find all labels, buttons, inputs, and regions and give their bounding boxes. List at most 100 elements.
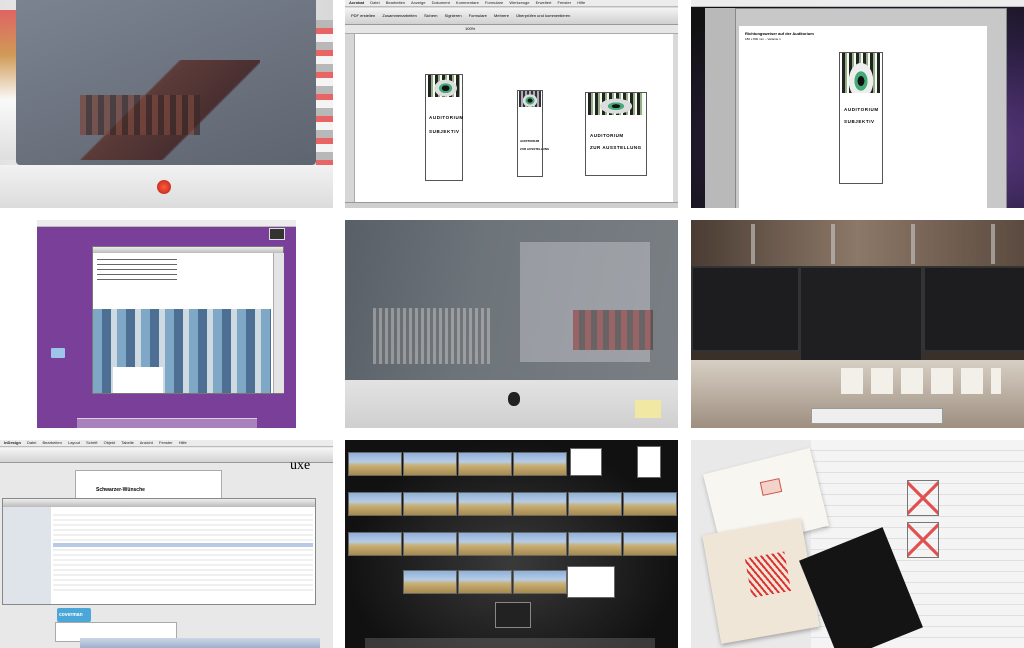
large-panel-line-1: AUDITORIUM [844, 107, 879, 112]
pdf-subheading: 186 x 800 mm – Variante 1 [745, 37, 781, 41]
screenshot-purple-desktop [37, 220, 296, 428]
menu-datei[interactable]: Datei [27, 440, 36, 445]
window-thumbnail[interactable] [458, 452, 512, 476]
sign-panel-1: AUDITORIUM SUBJEKTIV [425, 74, 463, 181]
acrobat-sidebar [345, 34, 355, 202]
finder-window [92, 246, 284, 394]
finder-right-column [273, 253, 284, 393]
menu-fenster[interactable]: Fenster [159, 440, 173, 445]
window-thumbnail[interactable] [458, 532, 512, 556]
photo-imac-closeup [0, 0, 333, 208]
finder-text-lines [97, 257, 177, 283]
panel-1-line-2: SUBJEKTIV [429, 129, 460, 134]
window-thumbnail[interactable] [348, 532, 402, 556]
toolbar-signieren[interactable]: Signieren [445, 13, 462, 18]
large-text-fragment: uxe [290, 458, 311, 473]
finder-titlebar [93, 247, 283, 253]
eye-mosaic-large [842, 53, 880, 93]
menu-objekt[interactable]: Objekt [104, 440, 116, 445]
menu-bearbeiten[interactable]: Bearbeiten [386, 0, 405, 5]
apple-logo [157, 180, 171, 194]
screenshot-acrobat: Acrobat Datei Bearbeiten Anzeige Dokumen… [345, 0, 678, 208]
screenshot-expose-thumbnails [345, 440, 678, 648]
menu-acrobat[interactable]: Acrobat [349, 0, 364, 5]
sign-panel-large: AUDITORIUM SUBJEKTIV [839, 52, 883, 184]
window-thumbnail[interactable] [623, 532, 677, 556]
acrobat-menubar: Acrobat Datei Bearbeiten Anzeige Dokumen… [345, 0, 678, 7]
toolbar-pdf-erstellen[interactable]: PDF erstellen [351, 13, 375, 18]
red-cross-box-1 [907, 480, 939, 516]
menu-anzeige[interactable]: Anzeige [411, 0, 425, 5]
window-thumbnail[interactable] [403, 492, 457, 516]
paper-sketch [702, 518, 820, 644]
desk-lamps [711, 224, 1011, 264]
eye-mosaic-3 [588, 93, 644, 115]
menu-werkzeuge[interactable]: Werkzeuge [509, 0, 529, 5]
window-thumbnail[interactable] [513, 532, 567, 556]
menu-bearbeiten[interactable]: Bearbeiten [42, 440, 61, 445]
menu-ansicht[interactable]: Ansicht [140, 440, 153, 445]
window-thumbnail[interactable] [568, 532, 622, 556]
menu-hilfe[interactable]: Hilfe [577, 0, 585, 5]
acrobat-scrollbar[interactable] [345, 202, 678, 208]
window-thumbnail[interactable] [348, 492, 402, 516]
window-thumbnail[interactable] [513, 492, 567, 516]
panel-1-line-1: AUDITORIUM [429, 115, 464, 120]
menu-dokument[interactable]: Dokument [432, 0, 450, 5]
mail-window [2, 498, 316, 605]
window-thumbnail-eye[interactable] [570, 448, 602, 476]
toolbar-mehrere[interactable]: Mehrere [494, 13, 509, 18]
dock [365, 638, 655, 648]
document-title: Schwarzer-Wünsche [96, 487, 145, 493]
radiator-reflection [373, 308, 493, 364]
menu-kommentare[interactable]: Kommentare [456, 0, 479, 5]
menu-datei[interactable]: Datei [370, 0, 379, 5]
acrobat-toolbar: PDF erstellen Zusammenarbeiten Sichern S… [345, 8, 678, 25]
folder-icon[interactable] [51, 348, 65, 358]
panel-2-line-1: AUDITORIUM [520, 139, 540, 143]
mail-selected-row[interactable] [53, 543, 313, 547]
apple-logo [508, 392, 520, 406]
toolbar-formulare[interactable]: Formulare [469, 13, 487, 18]
window-thumbnail[interactable] [458, 492, 512, 516]
menu-fenster[interactable]: Fenster [558, 0, 572, 5]
monitor-center [799, 266, 923, 362]
zoom-level[interactable]: 100% [465, 26, 475, 31]
sign-panel-3: AUDITORIUM ZUR AUSSTELLUNG [585, 92, 647, 176]
menu-erweitert[interactable]: Erweitert [536, 0, 552, 5]
coverman-badge: coverman [57, 608, 91, 622]
menu-hilfe[interactable]: Hilfe [179, 440, 187, 445]
eye-mosaic-1 [428, 75, 460, 97]
toolbar-zusammenarbeiten[interactable]: Zusammenarbeiten [382, 13, 416, 18]
window-thumbnail-bottom[interactable] [495, 602, 531, 628]
window-thumbnail[interactable] [568, 492, 622, 516]
indesign-menubar: InDesign Datei Bearbeiten Layout Schrift… [0, 440, 333, 447]
window-thumbnail[interactable] [403, 452, 457, 476]
monitor-left [691, 266, 800, 352]
menu-tabelle[interactable]: Tabelle [121, 440, 134, 445]
photo-scattered-papers [691, 440, 1024, 648]
window-thumbnail[interactable] [623, 492, 677, 516]
panel-3-line-2: ZUR AUSSTELLUNG [590, 145, 642, 150]
window-thumbnail-page[interactable] [637, 446, 661, 478]
window-thumbnail[interactable] [458, 570, 512, 594]
mail-sidebar [3, 507, 51, 604]
toolbar-ueberpruefen[interactable]: Überprüfen und kommentieren [516, 13, 570, 18]
menu-indesign[interactable]: InDesign [4, 440, 21, 445]
window-thumbnail[interactable] [403, 532, 457, 556]
toolbar-sichern[interactable]: Sichern [424, 13, 438, 18]
panel-3-line-1: AUDITORIUM [590, 133, 624, 138]
window-thumbnail-table[interactable] [567, 566, 615, 598]
desktop-menubar [691, 0, 1024, 7]
window-thumbnail[interactable] [403, 570, 457, 594]
window-thumbnail[interactable] [348, 452, 402, 476]
window-thumbnail[interactable] [513, 570, 567, 594]
purple-desktop-menubar [37, 220, 296, 227]
eye-mosaic-2 [519, 91, 541, 107]
window-thumbnail[interactable] [513, 452, 567, 476]
screenshot-indesign: InDesign Datei Bearbeiten Layout Schrift… [0, 440, 333, 648]
menu-formulare[interactable]: Formulare [485, 0, 503, 5]
menu-schrift[interactable]: Schrift [86, 440, 97, 445]
sign-panel-2: AUDITORIUM ZUR AUSSTELLUNG [517, 90, 549, 177]
menu-layout[interactable]: Layout [68, 440, 80, 445]
